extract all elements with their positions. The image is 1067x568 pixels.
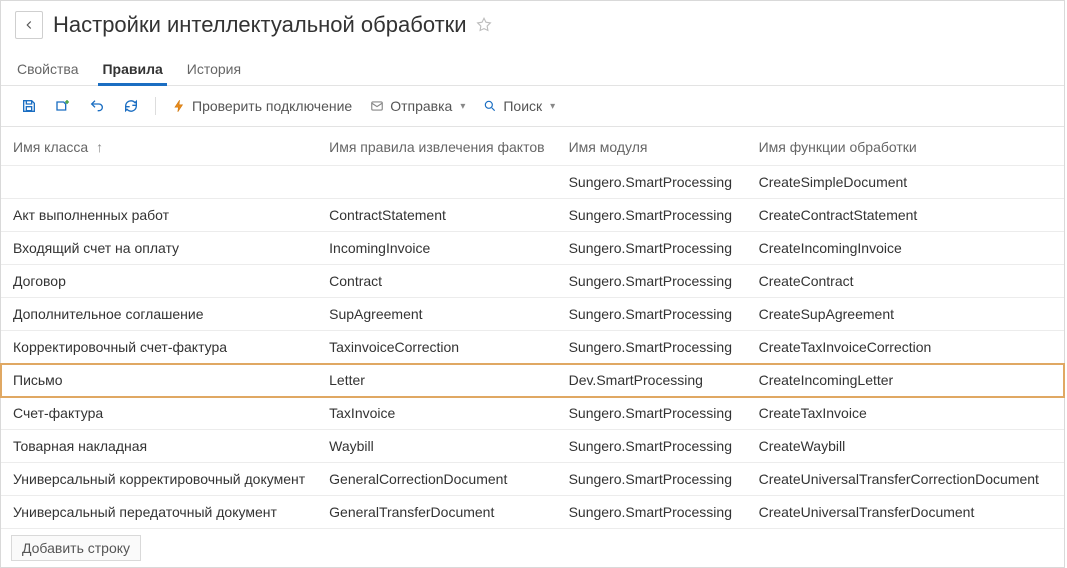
table-cell[interactable]: Sungero.SmartProcessing <box>557 265 747 298</box>
table-cell[interactable]: CreateContract <box>747 265 1064 298</box>
check-connection-label: Проверить подключение <box>192 98 352 114</box>
table-row[interactable]: Товарная накладнаяWaybillSungero.SmartPr… <box>1 430 1064 463</box>
table-cell[interactable]: CreateUniversalTransferCorrectionDocumen… <box>747 463 1064 496</box>
table-cell[interactable]: Sungero.SmartProcessing <box>557 496 747 529</box>
table-cell[interactable]: Договор <box>1 265 317 298</box>
table-cell[interactable]: Письмо <box>1 364 317 397</box>
settings-card: Настройки интеллектуальной обработки Сво… <box>0 0 1065 568</box>
header: Настройки интеллектуальной обработки <box>1 1 1064 39</box>
page-title: Настройки интеллектуальной обработки <box>53 12 467 38</box>
table-cell[interactable]: CreateTaxInvoiceCorrection <box>747 331 1064 364</box>
col-funcname[interactable]: Имя функции обработки <box>747 127 1064 166</box>
search-icon <box>483 99 497 113</box>
table-cell[interactable]: CreateTaxInvoice <box>747 397 1064 430</box>
table-cell[interactable]: CreateContractStatement <box>747 199 1064 232</box>
add-row-button[interactable]: Добавить строку <box>11 535 141 561</box>
table-row[interactable]: Универсальный передаточный документGener… <box>1 496 1064 529</box>
check-connection-button[interactable]: Проверить подключение <box>166 94 358 118</box>
favorite-star-icon[interactable] <box>475 16 493 34</box>
refresh-button[interactable] <box>117 94 145 118</box>
table-cell[interactable]: GeneralTransferDocument <box>317 496 556 529</box>
col-classname[interactable]: Имя класса ↑ <box>1 127 317 166</box>
table-cell[interactable]: TaxInvoice <box>317 397 556 430</box>
table-cell[interactable]: CreateWaybill <box>747 430 1064 463</box>
table-cell[interactable] <box>317 166 556 199</box>
table-cell[interactable]: Акт выполненных работ <box>1 199 317 232</box>
table-cell[interactable]: CreateIncomingLetter <box>747 364 1064 397</box>
table-cell[interactable]: TaxinvoiceCorrection <box>317 331 556 364</box>
toolbar-separator <box>155 97 156 115</box>
table-cell[interactable]: Счет-фактура <box>1 397 317 430</box>
save-new-icon <box>55 98 71 114</box>
sort-asc-icon: ↑ <box>96 139 103 155</box>
col-modulename[interactable]: Имя модуля <box>557 127 747 166</box>
undo-icon <box>89 98 105 114</box>
table-cell[interactable]: SupAgreement <box>317 298 556 331</box>
search-label: Поиск <box>503 98 542 114</box>
undo-button[interactable] <box>83 94 111 118</box>
table-cell[interactable]: Waybill <box>317 430 556 463</box>
table-cell[interactable]: Универсальный корректировочный документ <box>1 463 317 496</box>
table-cell[interactable]: Sungero.SmartProcessing <box>557 298 747 331</box>
table-row[interactable]: Корректировочный счет-фактураTaxinvoiceC… <box>1 331 1064 364</box>
table-row[interactable]: Счет-фактураTaxInvoiceSungero.SmartProce… <box>1 397 1064 430</box>
table-cell[interactable]: Корректировочный счет-фактура <box>1 331 317 364</box>
table-row[interactable]: Sungero.SmartProcessingCreateSimpleDocum… <box>1 166 1064 199</box>
table-cell[interactable]: IncomingInvoice <box>317 232 556 265</box>
table-row[interactable]: ДоговорContractSungero.SmartProcessingCr… <box>1 265 1064 298</box>
col-rulename[interactable]: Имя правила извлечения фактов <box>317 127 556 166</box>
table-header-row: Имя класса ↑ Имя правила извлечения факт… <box>1 127 1064 166</box>
send-label: Отправка <box>390 98 452 114</box>
table-cell[interactable]: Sungero.SmartProcessing <box>557 331 747 364</box>
table-cell[interactable]: Letter <box>317 364 556 397</box>
table-cell[interactable]: ContractStatement <box>317 199 556 232</box>
table-row[interactable]: Входящий счет на оплатуIncomingInvoiceSu… <box>1 232 1064 265</box>
save-icon <box>21 98 37 114</box>
refresh-icon <box>123 98 139 114</box>
tabs: Свойства Правила История <box>1 55 1064 86</box>
table-cell[interactable]: Входящий счет на оплату <box>1 232 317 265</box>
table-cell[interactable]: CreateIncomingInvoice <box>747 232 1064 265</box>
table-cell[interactable]: Sungero.SmartProcessing <box>557 199 747 232</box>
table-cell[interactable]: Sungero.SmartProcessing <box>557 430 747 463</box>
send-button[interactable]: Отправка ▾ <box>364 94 471 118</box>
save-button[interactable] <box>15 94 43 118</box>
table-cell[interactable]: Sungero.SmartProcessing <box>557 166 747 199</box>
toolbar: Проверить подключение Отправка ▾ Поиск ▾ <box>1 86 1064 127</box>
chevron-down-icon: ▾ <box>460 101 465 112</box>
table-row[interactable]: ПисьмоLetterDev.SmartProcessingCreateInc… <box>1 364 1064 397</box>
search-button[interactable]: Поиск ▾ <box>477 94 561 118</box>
arrow-left-icon <box>22 18 36 32</box>
chevron-down-icon: ▾ <box>550 101 555 112</box>
back-button[interactable] <box>15 11 43 39</box>
table-row[interactable]: Дополнительное соглашениеSupAgreementSun… <box>1 298 1064 331</box>
table-cell[interactable]: CreateSimpleDocument <box>747 166 1064 199</box>
tab-properties[interactable]: Свойства <box>15 55 80 85</box>
table-cell[interactable]: Дополнительное соглашение <box>1 298 317 331</box>
table-row[interactable]: Универсальный корректировочный документG… <box>1 463 1064 496</box>
table-cell[interactable] <box>1 166 317 199</box>
lightning-icon <box>172 99 186 113</box>
rules-table: Имя класса ↑ Имя правила извлечения факт… <box>1 127 1064 529</box>
table-cell[interactable]: Универсальный передаточный документ <box>1 496 317 529</box>
table-cell[interactable]: Contract <box>317 265 556 298</box>
table-footer: Добавить строку <box>1 529 1064 567</box>
table-cell[interactable]: Sungero.SmartProcessing <box>557 463 747 496</box>
table-cell[interactable]: Sungero.SmartProcessing <box>557 397 747 430</box>
table-cell[interactable]: CreateSupAgreement <box>747 298 1064 331</box>
table-cell[interactable]: CreateUniversalTransferDocument <box>747 496 1064 529</box>
table-row[interactable]: Акт выполненных работContractStatementSu… <box>1 199 1064 232</box>
send-icon <box>370 99 384 113</box>
table-cell[interactable]: Товарная накладная <box>1 430 317 463</box>
tab-history[interactable]: История <box>185 55 243 85</box>
tab-rules[interactable]: Правила <box>100 55 164 85</box>
table-cell[interactable]: Sungero.SmartProcessing <box>557 232 747 265</box>
table-cell[interactable]: GeneralCorrectionDocument <box>317 463 556 496</box>
table-cell[interactable]: Dev.SmartProcessing <box>557 364 747 397</box>
save-new-button[interactable] <box>49 94 77 118</box>
